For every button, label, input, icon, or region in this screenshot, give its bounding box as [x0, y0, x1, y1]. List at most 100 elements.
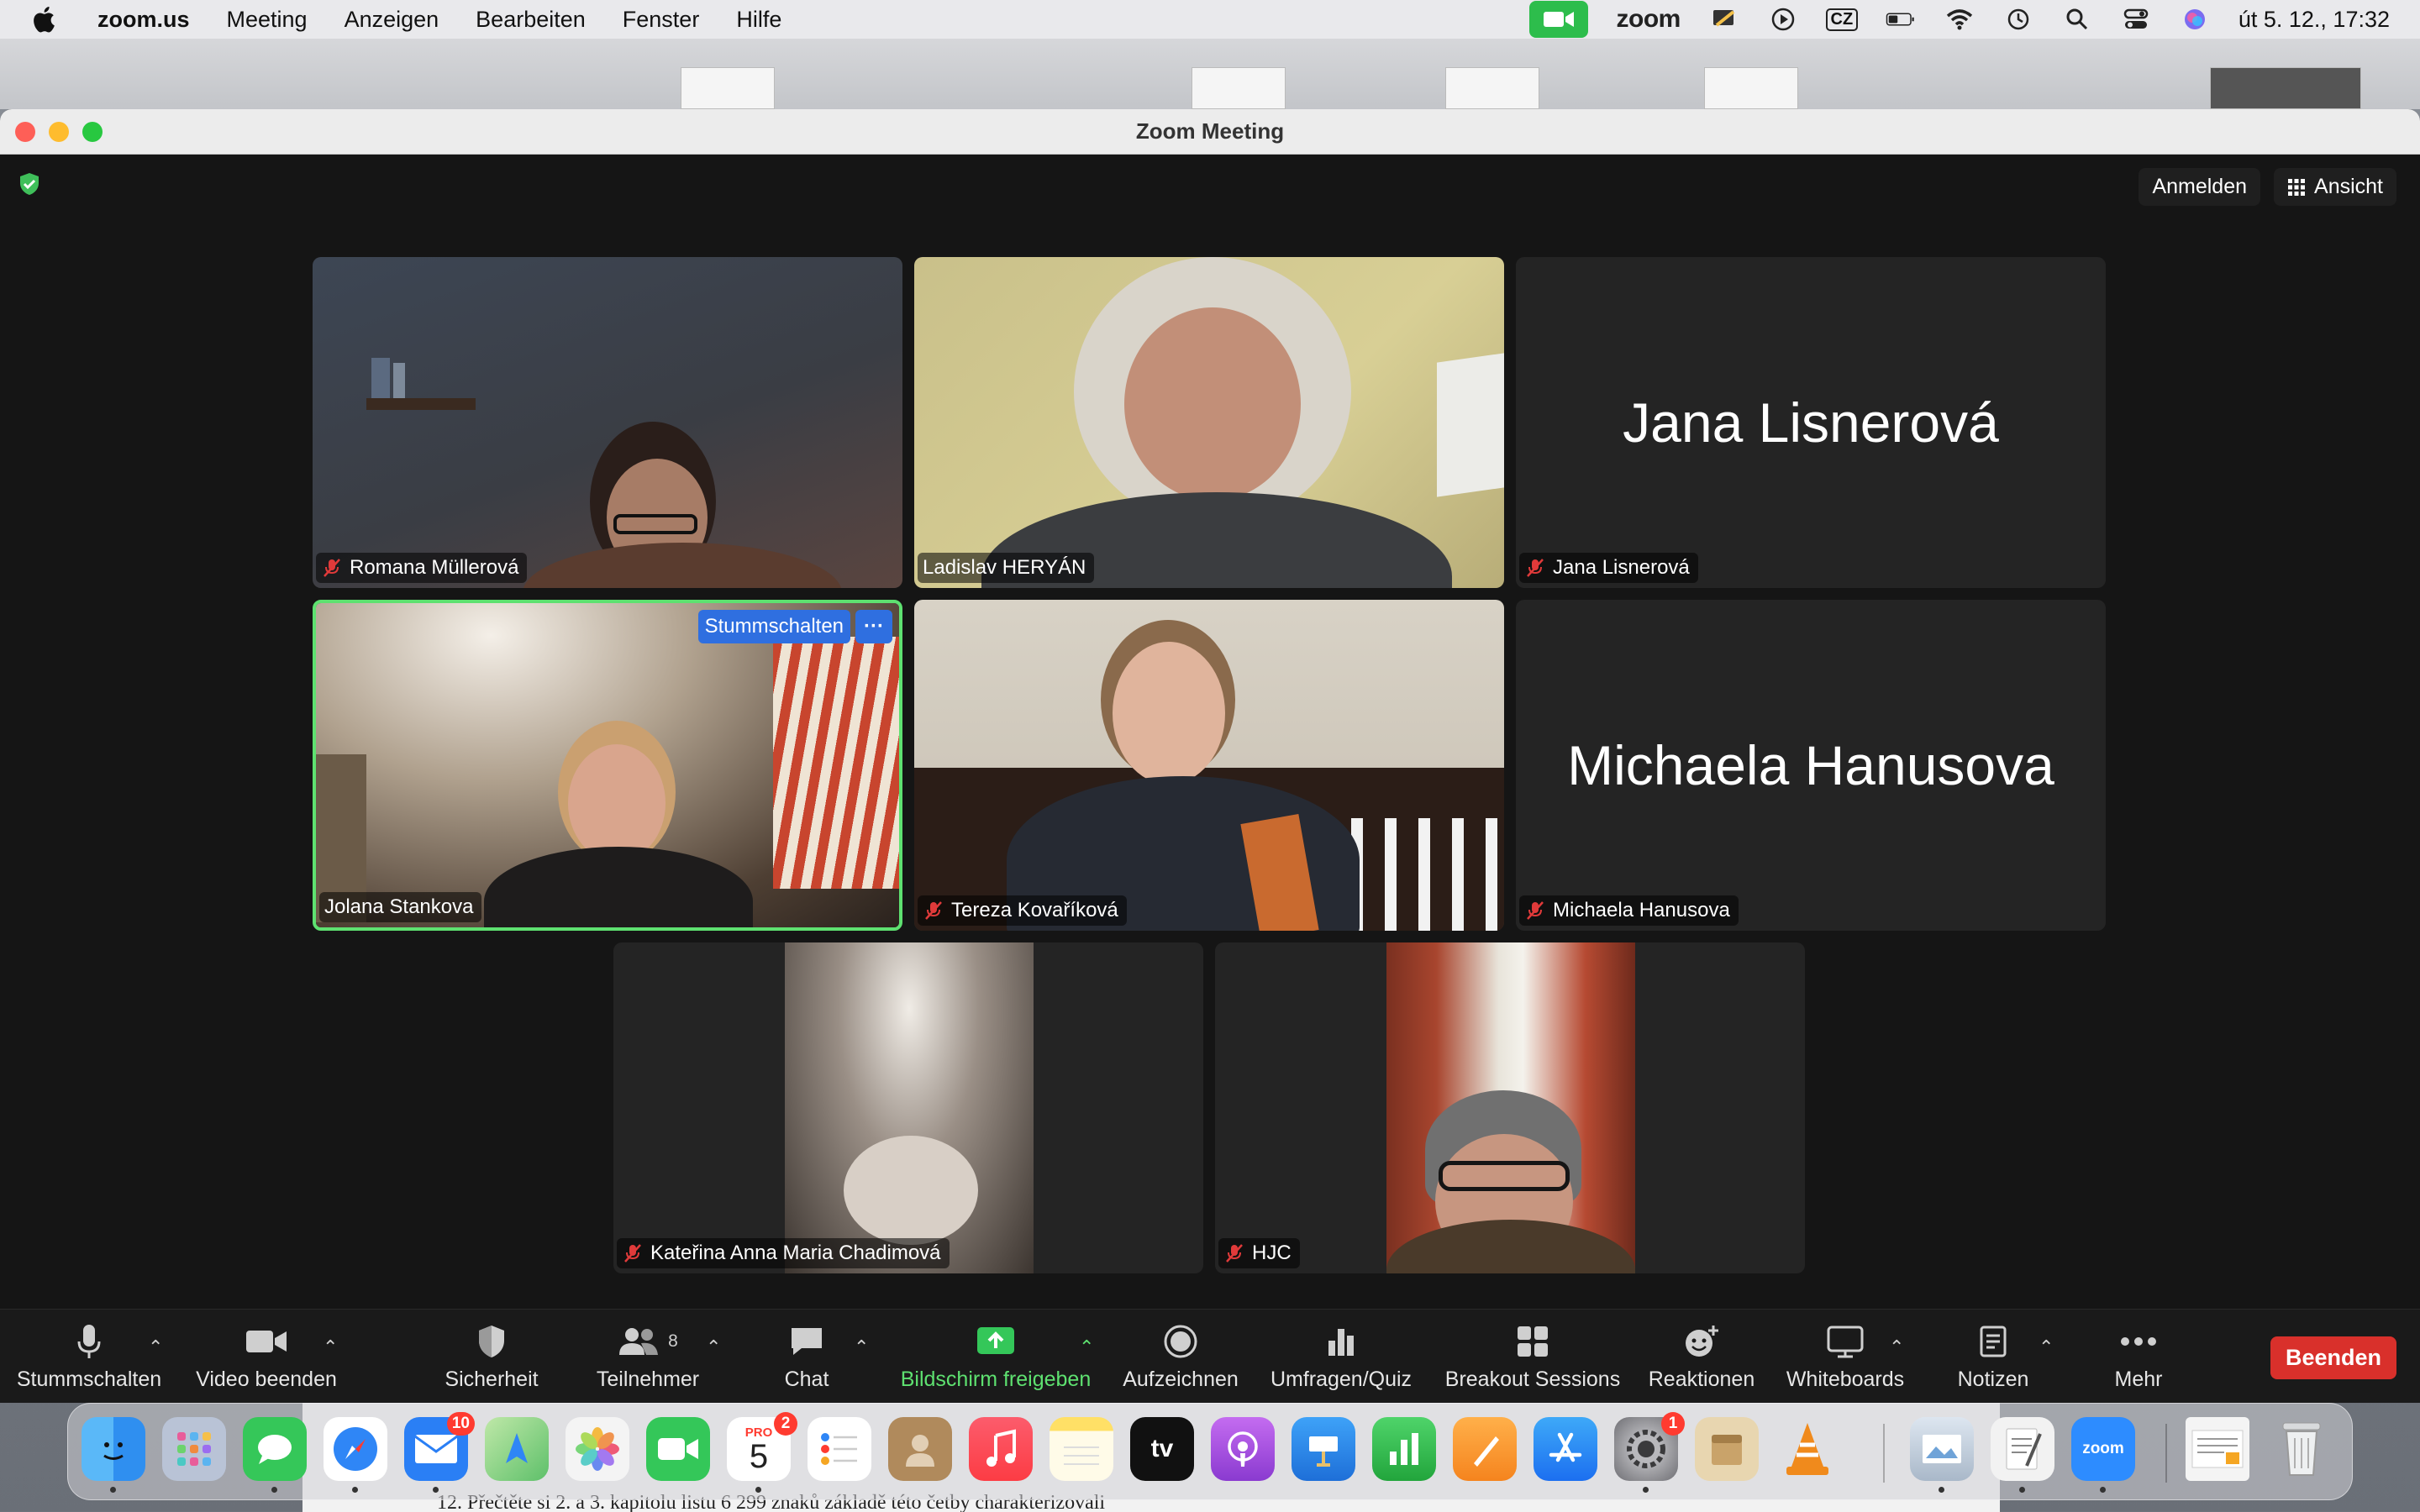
- more-label: Mehr: [2114, 1367, 2163, 1391]
- notes-button[interactable]: Notizen: [1943, 1310, 2044, 1403]
- battery-icon[interactable]: [1886, 7, 1916, 32]
- dock-podcasts-icon[interactable]: [1211, 1417, 1275, 1481]
- keyboard-layout-indicator[interactable]: CZ: [1825, 7, 1859, 32]
- video-tile-romana[interactable]: Romana Müllerová: [313, 257, 902, 588]
- dock-vlc-icon[interactable]: [1776, 1417, 1839, 1481]
- breakout-sessions-button[interactable]: Breakout Sessions: [1440, 1310, 1625, 1403]
- security-button[interactable]: Sicherheit: [429, 1310, 555, 1403]
- maximize-window-button[interactable]: [82, 122, 103, 142]
- dock-system-settings-icon[interactable]: 1: [1614, 1412, 1685, 1493]
- video-tile-jolana[interactable]: Stummschalten ··· Jolana Stankova: [313, 600, 902, 931]
- dock-textedit-icon[interactable]: [1991, 1417, 2054, 1493]
- dock-maps-icon[interactable]: [485, 1417, 549, 1481]
- whiteboards-options-chevron-icon[interactable]: ⌃: [1889, 1336, 1904, 1358]
- calendar-month: PRO: [744, 1425, 773, 1440]
- chat-bubble-icon: [792, 1327, 822, 1355]
- dock-photos-icon[interactable]: [566, 1417, 629, 1481]
- mute-participant-button[interactable]: Stummschalten: [697, 610, 851, 643]
- participant-name-tag: Ladislav HERYÁN: [918, 553, 1095, 583]
- system-settings-badge: 1: [1661, 1412, 1685, 1436]
- dock-calendar-icon[interactable]: PRO 5 2: [727, 1412, 797, 1493]
- whiteboards-label: Whiteboards: [1786, 1367, 1905, 1391]
- participants-label: Teilnehmer: [596, 1367, 700, 1391]
- dock-music-icon[interactable]: [969, 1417, 1033, 1481]
- screen-share-status-icon[interactable]: [1709, 7, 1739, 32]
- menu-hilfe[interactable]: Hilfe: [736, 7, 781, 33]
- participant-name-tag: Jana Lisnerová: [1519, 553, 1698, 583]
- participants-options-chevron-icon[interactable]: ⌃: [706, 1336, 721, 1358]
- sign-in-button[interactable]: Anmelden: [2139, 168, 2261, 206]
- dock-keynote-icon[interactable]: [1292, 1417, 1355, 1481]
- dock-zoom-icon[interactable]: zoom: [2071, 1417, 2135, 1493]
- share-screen-button[interactable]: Bildschirm freigeben: [891, 1310, 1101, 1403]
- video-tile-ladislav[interactable]: Ladislav HERYÁN: [914, 257, 1504, 588]
- mute-button[interactable]: Stummschalten: [13, 1310, 165, 1403]
- dock-messages-icon[interactable]: [243, 1417, 307, 1493]
- dock-app-store-icon[interactable]: [1534, 1417, 1597, 1481]
- dock-trash-icon[interactable]: [2270, 1417, 2333, 1481]
- menu-meeting[interactable]: Meeting: [227, 7, 308, 33]
- dock-separator: [2165, 1424, 2167, 1483]
- polls-quiz-button[interactable]: Umfragen/Quiz: [1265, 1310, 1417, 1403]
- more-options-button[interactable]: ···: [855, 610, 892, 643]
- minimize-window-button[interactable]: [49, 122, 69, 142]
- menu-app-name[interactable]: zoom.us: [97, 7, 190, 33]
- dock-mail-icon[interactable]: 10: [404, 1412, 475, 1493]
- dock-document-icon[interactable]: [2186, 1417, 2249, 1481]
- dock-pages-icon[interactable]: [1453, 1417, 1517, 1481]
- menu-bar-clock[interactable]: út 5. 12., 17:32: [2238, 7, 2390, 33]
- zoom-camera-status-icon[interactable]: [1528, 1, 1588, 38]
- background-document-thumbnail: [1704, 67, 1798, 109]
- menu-bearbeiten[interactable]: Bearbeiten: [476, 7, 586, 33]
- video-tile-katerina[interactable]: Kateřina Anna Maria Chadimová: [613, 942, 1203, 1273]
- participant-name: Romana Müllerová: [350, 556, 519, 579]
- end-meeting-button[interactable]: Beenden: [2270, 1336, 2396, 1379]
- video-tile-jana[interactable]: Jana Lisnerová Jana Lisnerová: [1516, 257, 2106, 588]
- view-button[interactable]: Ansicht: [2274, 168, 2396, 206]
- menu-fenster[interactable]: Fenster: [623, 7, 700, 33]
- participant-video: [914, 600, 1504, 931]
- share-options-chevron-icon[interactable]: ⌃: [1079, 1336, 1094, 1358]
- encryption-shield-icon[interactable]: [17, 171, 42, 197]
- dock-separator: [1883, 1424, 1885, 1483]
- participant-video: [316, 603, 899, 927]
- control-center-icon[interactable]: [2121, 7, 2151, 32]
- record-button[interactable]: Aufzeichnen: [1118, 1310, 1244, 1403]
- dock-numbers-icon[interactable]: [1372, 1417, 1436, 1481]
- dock-contacts-icon[interactable]: [888, 1417, 952, 1481]
- participants-button[interactable]: 8 Teilnehmer: [585, 1310, 711, 1403]
- participant-name: Michaela Hanusova: [1553, 899, 1730, 921]
- dock-safari-icon[interactable]: [324, 1417, 387, 1493]
- reactions-label: Reaktionen: [1648, 1367, 1755, 1391]
- macos-menu-bar: zoom.us Meeting Anzeigen Bearbeiten Fens…: [0, 0, 2420, 39]
- menu-anzeigen[interactable]: Anzeigen: [345, 7, 439, 33]
- dock-reminders-icon[interactable]: [808, 1417, 871, 1481]
- dock-facetime-icon[interactable]: [646, 1417, 710, 1481]
- dock-preview-icon[interactable]: [1910, 1417, 1974, 1493]
- dock-notes-icon[interactable]: [1050, 1417, 1113, 1481]
- reactions-button[interactable]: Reaktionen: [1639, 1310, 1765, 1403]
- spotlight-search-icon[interactable]: [2062, 7, 2092, 32]
- dock-apple-tv-icon[interactable]: tv: [1130, 1417, 1194, 1481]
- chat-options-chevron-icon[interactable]: ⌃: [854, 1336, 869, 1358]
- dock-launchpad-icon[interactable]: [162, 1417, 226, 1481]
- video-tile-michaela[interactable]: Michaela Hanusova Michaela Hanusova: [1516, 600, 2106, 931]
- audio-options-chevron-icon[interactable]: ⌃: [148, 1336, 163, 1358]
- more-button[interactable]: Mehr: [2092, 1310, 2185, 1403]
- video-tile-tereza[interactable]: Tereza Kovaříková: [914, 600, 1504, 931]
- window-title-bar[interactable]: Zoom Meeting: [0, 109, 2420, 155]
- play-circle-icon[interactable]: [1768, 7, 1798, 32]
- siri-icon[interactable]: [2180, 7, 2210, 32]
- time-machine-icon[interactable]: [2003, 7, 2033, 32]
- close-window-button[interactable]: [15, 122, 35, 142]
- apple-logo-icon[interactable]: [30, 4, 60, 34]
- video-options-chevron-icon[interactable]: ⌃: [323, 1336, 338, 1358]
- zoom-status-label[interactable]: zoom: [1617, 5, 1681, 34]
- notes-options-chevron-icon[interactable]: ⌃: [2039, 1336, 2054, 1358]
- dock-finder-icon[interactable]: [82, 1417, 145, 1493]
- dock-archive-utility-icon[interactable]: [1695, 1417, 1759, 1481]
- video-tile-hjc[interactable]: HJC: [1215, 942, 1805, 1273]
- wifi-icon[interactable]: [1944, 7, 1975, 32]
- chat-button[interactable]: Chat: [756, 1310, 857, 1403]
- participant-name-tag: Kateřina Anna Maria Chadimová: [617, 1238, 950, 1268]
